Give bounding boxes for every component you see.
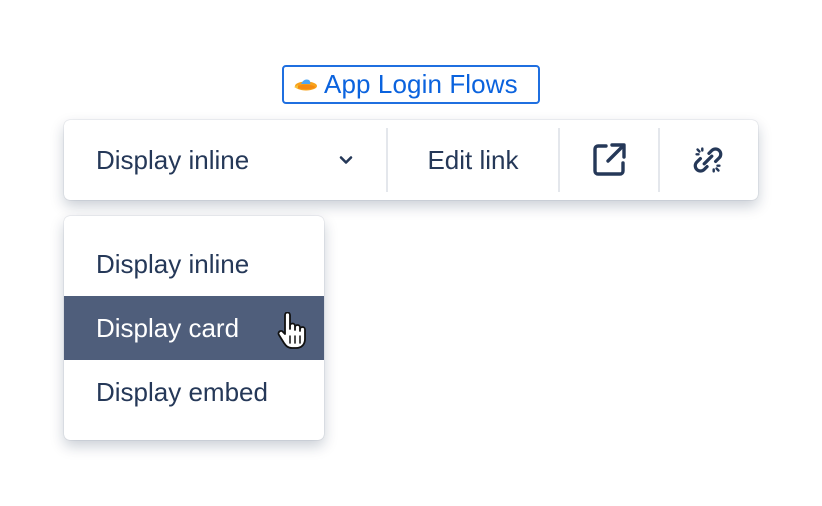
- edit-link-button[interactable]: Edit link: [388, 120, 558, 200]
- chevron-down-icon: [336, 150, 356, 170]
- menu-item-display-card[interactable]: Display card: [64, 296, 324, 360]
- link-title: App Login Flows: [324, 69, 518, 99]
- appearance-menu: Display inline Display card Display embe…: [64, 216, 324, 440]
- link-toolbar: Display inline Edit link: [64, 120, 758, 200]
- smart-link-chip[interactable]: App Login Flows: [282, 65, 540, 104]
- appearance-dropdown[interactable]: Display inline: [64, 120, 386, 200]
- editor-canvas: App Login Flows Display inline Edit link: [0, 0, 822, 506]
- appearance-selected-label: Display inline: [96, 144, 250, 175]
- menu-item-display-embed[interactable]: Display embed: [64, 360, 324, 424]
- open-link-button[interactable]: [560, 120, 658, 200]
- unlink-icon: [689, 141, 727, 179]
- menu-item-display-inline[interactable]: Display inline: [64, 232, 324, 296]
- spaceship-icon: [292, 75, 318, 95]
- open-in-new-window-icon: [589, 140, 629, 180]
- unlink-button[interactable]: [660, 120, 756, 200]
